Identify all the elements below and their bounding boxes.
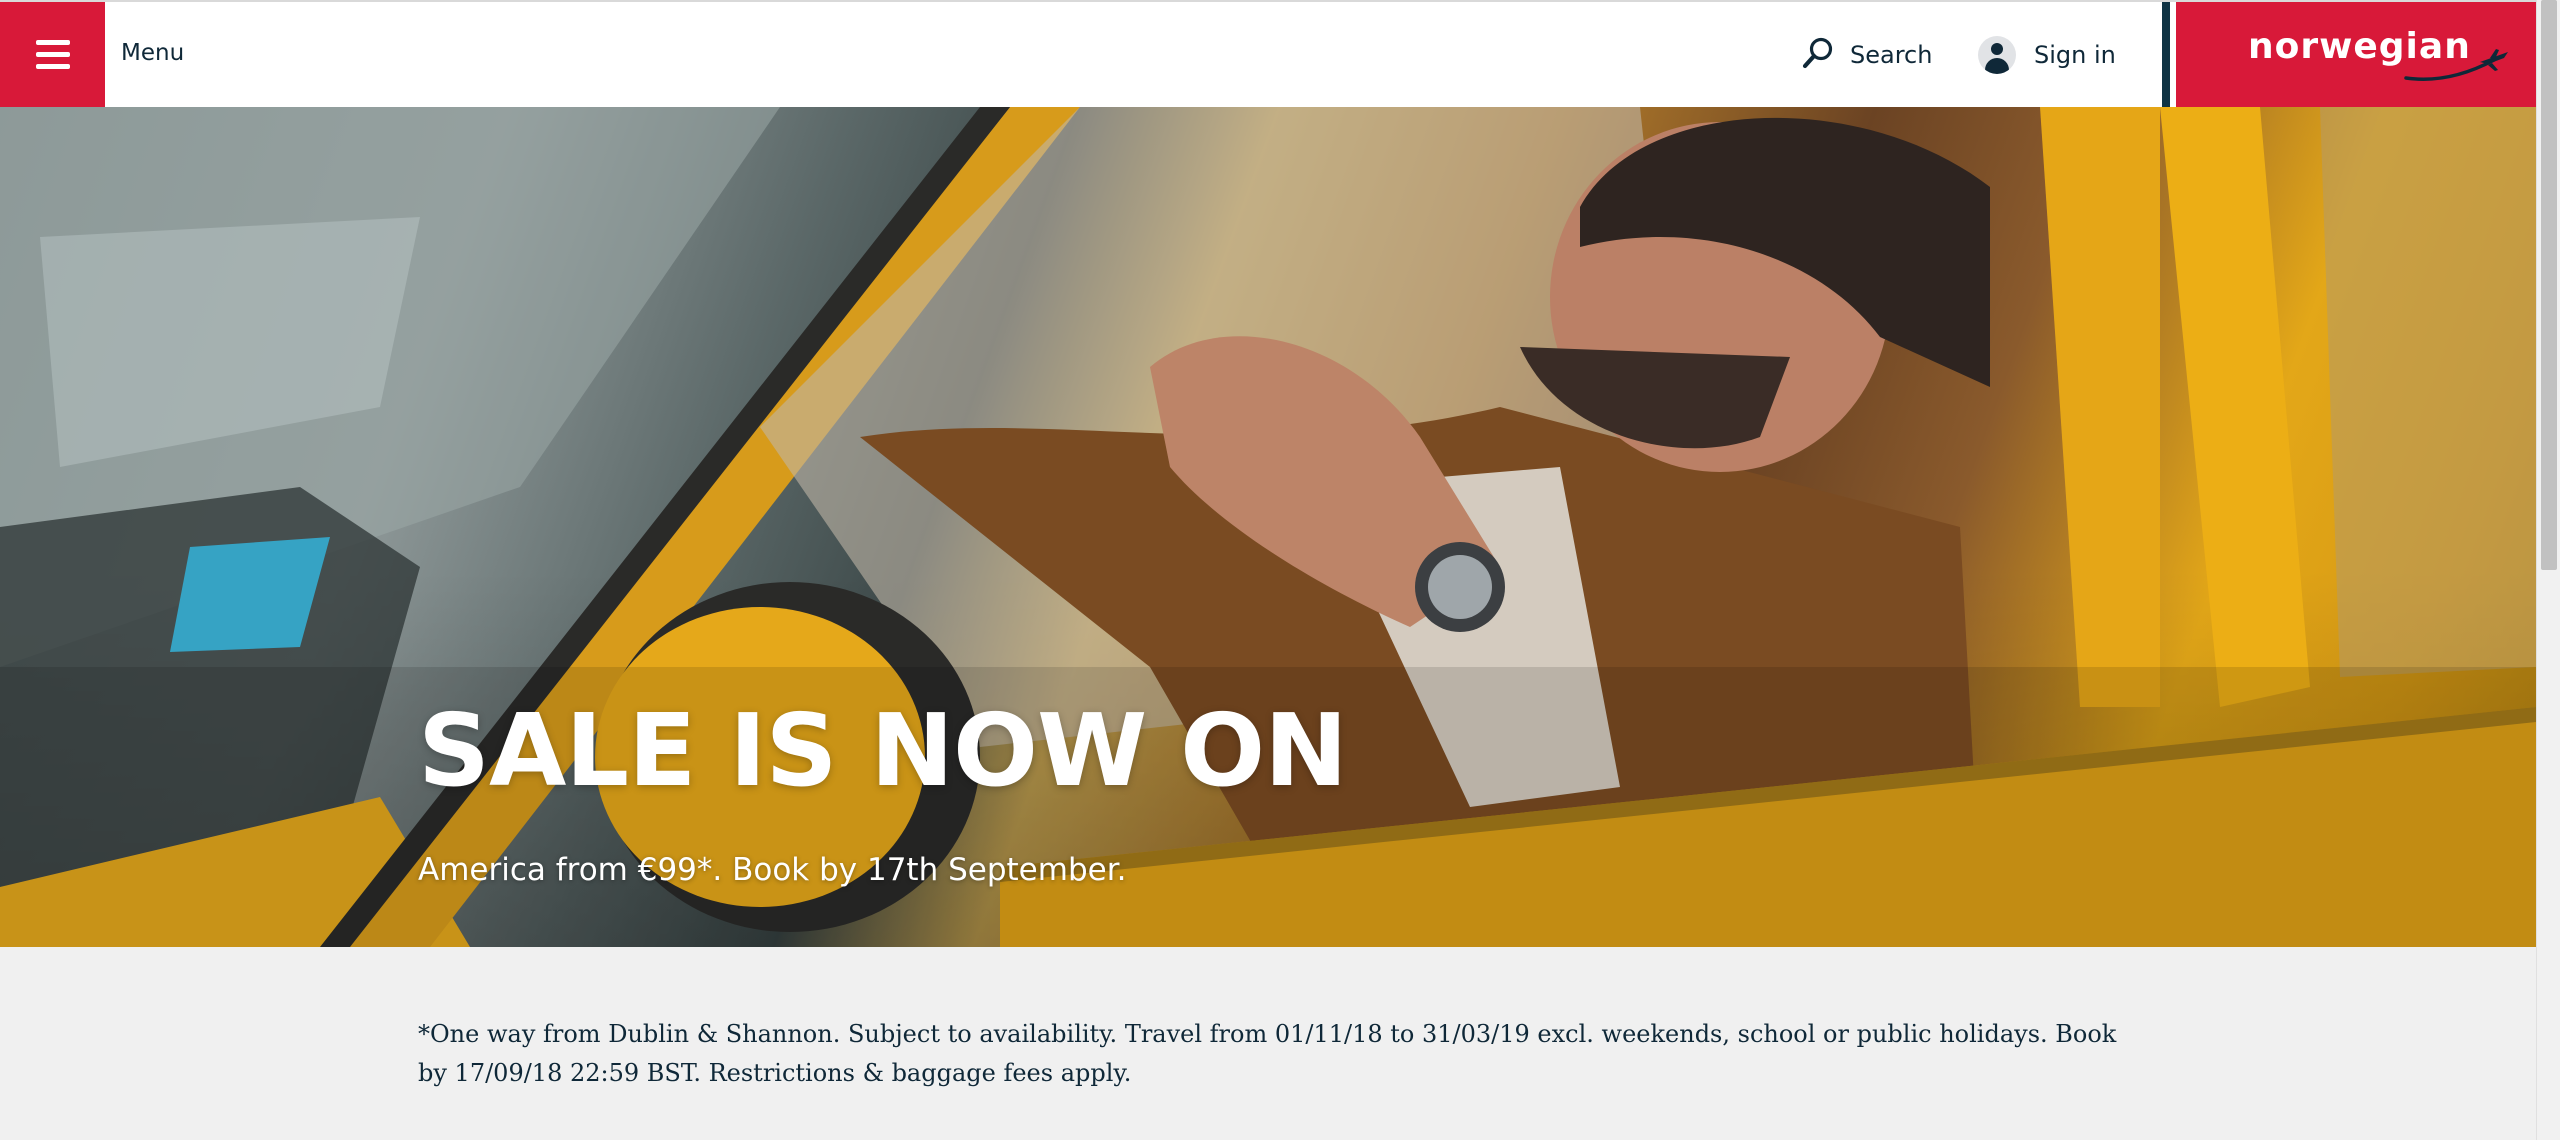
terms-section: *One way from Dublin & Shannon. Subject … [0, 947, 2536, 1140]
page-scrollbar[interactable] [2536, 0, 2560, 1140]
hamburger-icon [36, 64, 70, 69]
sign-in-button[interactable]: Sign in [1978, 30, 2116, 80]
user-avatar-icon [1978, 36, 2016, 74]
hamburger-icon [36, 40, 70, 45]
search-label: Search [1850, 41, 1933, 69]
hero-subtitle: America from €99*. Book by 17th Septembe… [418, 852, 1127, 888]
hero-title: SALE IS NOW ON [418, 692, 1348, 809]
airplane-icon [2404, 49, 2508, 81]
scrollbar-thumb[interactable] [2541, 0, 2557, 570]
norwegian-logo[interactable]: norwegian [2176, 2, 2536, 109]
menu-button[interactable] [0, 2, 105, 107]
hero-photo [0, 107, 2536, 947]
hamburger-icon [36, 52, 70, 57]
menu-label[interactable]: Menu [121, 40, 184, 66]
header-divider [2162, 2, 2170, 109]
sign-in-label: Sign in [2034, 41, 2116, 69]
hero-banner[interactable]: SALE IS NOW ON America from €99*. Book b… [0, 107, 2536, 947]
page: Menu Search Sign in norwegian SALE IS NO… [0, 0, 2560, 1140]
search-icon [1800, 35, 1836, 75]
terms-text: *One way from Dublin & Shannon. Subject … [418, 1020, 2117, 1087]
site-header: Menu Search Sign in norwegian [0, 0, 2536, 109]
search-button[interactable]: Search [1800, 30, 1932, 80]
